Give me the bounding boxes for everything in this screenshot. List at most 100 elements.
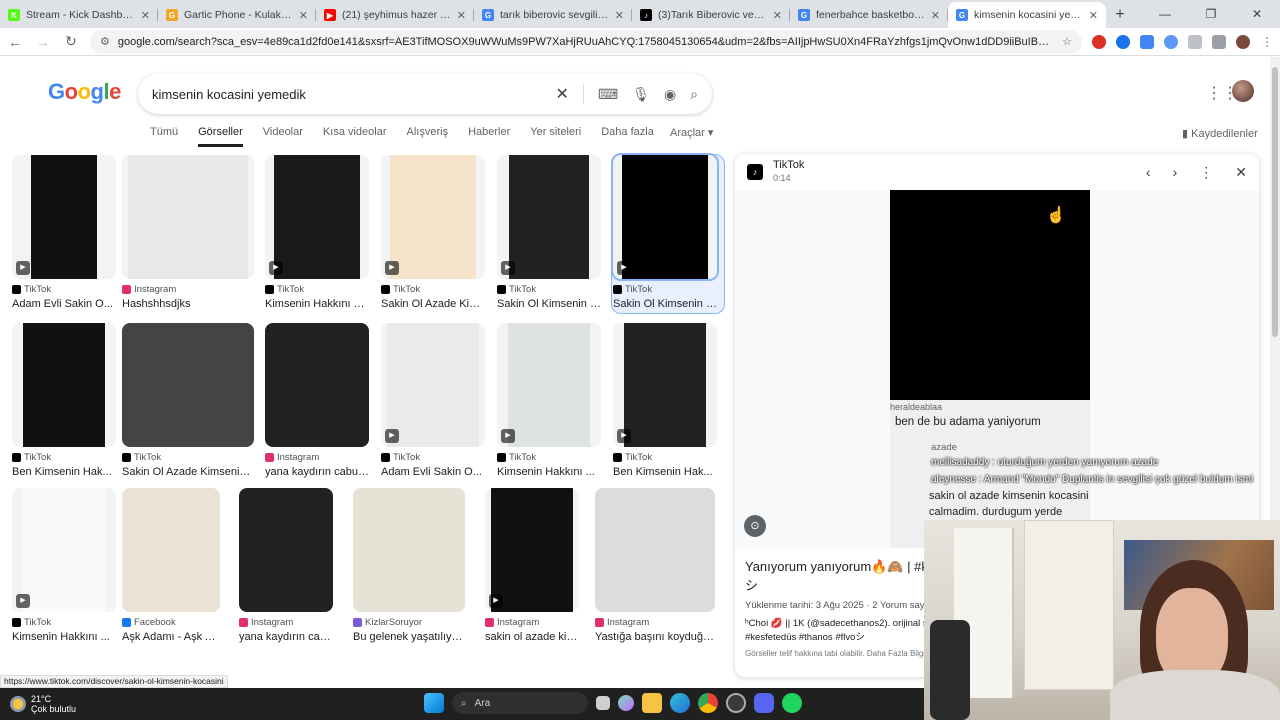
- more-options-icon[interactable]: ⋮: [1199, 164, 1213, 181]
- scrollbar-thumb[interactable]: [1272, 67, 1278, 337]
- result-title[interactable]: Bu gelenek yaşatılıyor ...: [353, 631, 465, 643]
- lens-search-icon[interactable]: ⊙: [744, 515, 766, 537]
- browser-tab[interactable]: Gkimsenin kocasini yemedik - Google ✕: [948, 2, 1106, 28]
- browser-tab[interactable]: Gtarık biberovic sevgilisi - Google ✕: [474, 2, 632, 28]
- image-result[interactable]: Instagram yana kaydırın cabukkk...: [265, 323, 369, 478]
- camera-lens-icon[interactable]: ◉: [664, 86, 676, 103]
- image-result[interactable]: ▶ TikTok Kimsenin Hakkını Ye...: [265, 155, 369, 310]
- search-box[interactable]: kimsenin kocasini yemedik ✕ ⌨ 🎙 ◉ ⌕: [138, 74, 712, 114]
- close-icon[interactable]: ✕: [1235, 164, 1247, 181]
- result-thumbnail[interactable]: [239, 488, 333, 612]
- result-thumbnail[interactable]: ▶: [613, 323, 717, 447]
- menu-dots-icon[interactable]: ⋮: [1260, 35, 1274, 49]
- browser-tab[interactable]: K Stream - Kick Dashboard ✕: [0, 2, 158, 28]
- result-thumbnail[interactable]: ▶: [381, 155, 485, 279]
- google-logo[interactable]: Google: [48, 79, 121, 105]
- image-result[interactable]: Instagram Yastığa başını koyduğund...: [595, 488, 715, 643]
- result-source[interactable]: Instagram: [134, 284, 176, 295]
- profile-avatar-icon[interactable]: [1236, 34, 1250, 49]
- image-result[interactable]: ▶ Instagram sakin ol azade kim...: [485, 488, 579, 643]
- new-tab-button[interactable]: +: [1106, 2, 1134, 28]
- image-result[interactable]: ▶ TikTok Adam Evli Sakin O...: [12, 155, 116, 310]
- forward-icon[interactable]: →: [34, 34, 52, 50]
- image-result[interactable]: Facebook Aşk Adamı - Aşk Ada...: [122, 488, 220, 643]
- result-thumbnail[interactable]: ▶: [381, 323, 485, 447]
- tab-close-icon[interactable]: ✕: [1089, 9, 1098, 22]
- keyboard-icon[interactable]: ⌨: [598, 86, 618, 103]
- clear-icon[interactable]: ✕: [556, 84, 569, 104]
- result-source[interactable]: TikTok: [24, 617, 51, 628]
- result-title[interactable]: Adam Evli Sakin O...: [381, 466, 485, 478]
- filter-tab[interactable]: Yer siteleri: [530, 126, 581, 147]
- tab-close-icon[interactable]: ✕: [931, 9, 940, 22]
- result-source[interactable]: TikTok: [277, 284, 304, 295]
- image-result[interactable]: TikTok Ben Kimsenin Hak...: [12, 323, 116, 478]
- taskbar-search[interactable]: ⌕ Ara: [452, 692, 588, 714]
- minimize-button[interactable]: —: [1142, 0, 1188, 28]
- result-thumbnail[interactable]: [265, 323, 369, 447]
- result-title[interactable]: Ben Kimsenin Hak...: [613, 466, 717, 478]
- result-title[interactable]: Sakin Ol Azade Kim...: [381, 298, 485, 310]
- search-input[interactable]: kimsenin kocasini yemedik: [152, 87, 556, 102]
- bookmark-star-icon[interactable]: ☆: [1062, 35, 1072, 48]
- image-result[interactable]: ▶ TikTok Adam Evli Sakin O...: [381, 323, 485, 478]
- tab-close-icon[interactable]: ✕: [299, 9, 308, 22]
- extension-translate-icon[interactable]: [1116, 34, 1130, 49]
- file-explorer-icon[interactable]: [642, 693, 662, 713]
- result-title[interactable]: yana kaydırın cabu...: [239, 631, 333, 643]
- image-result[interactable]: ▶ TikTok Sakin Ol Kimsenin K...: [497, 155, 601, 310]
- filter-tab[interactable]: Daha fazla: [601, 126, 654, 147]
- result-source[interactable]: KizlarSoruyor: [365, 617, 422, 628]
- windows-start-icon[interactable]: [424, 693, 444, 713]
- maximize-button[interactable]: ❐: [1188, 0, 1234, 28]
- preview-media[interactable]: heraldeablaa ben de bu adama yaniyorum a…: [735, 190, 1259, 548]
- result-title[interactable]: Sakin Ol Kimsenin K...: [497, 298, 601, 310]
- result-source[interactable]: TikTok: [134, 452, 161, 463]
- result-title[interactable]: Sakin Ol Azade Kimsenin Ko...: [122, 466, 254, 478]
- image-result[interactable]: KizlarSoruyor Bu gelenek yaşatılıyor ...: [353, 488, 465, 643]
- browser-tab[interactable]: ▶ (21) şeyhimus hazer - YouTube ✕: [316, 2, 474, 28]
- filter-tab[interactable]: Alışveriş: [407, 126, 449, 147]
- result-title[interactable]: Kimsenin Hakkını ...: [12, 631, 116, 643]
- result-source[interactable]: TikTok: [625, 452, 652, 463]
- result-thumbnail[interactable]: [595, 488, 715, 612]
- result-thumbnail[interactable]: ▶: [12, 488, 116, 612]
- result-source[interactable]: TikTok: [509, 284, 536, 295]
- image-result[interactable]: ▶ TikTok Sakin Ol Kimsenin K...: [611, 153, 719, 310]
- spotify-icon[interactable]: [782, 693, 802, 713]
- image-result[interactable]: ▶ TikTok Sakin Ol Azade Kim...: [381, 155, 485, 310]
- result-thumbnail[interactable]: ▶: [12, 155, 116, 279]
- image-result[interactable]: Instagram Hashshhsdjks: [122, 155, 254, 310]
- extension-red-icon[interactable]: [1092, 34, 1106, 49]
- image-result[interactable]: ▶ TikTok Kimsenin Hakkını ...: [497, 323, 601, 478]
- next-icon[interactable]: ›: [1173, 164, 1178, 181]
- microphone-icon[interactable]: 🎙: [632, 86, 650, 103]
- result-source[interactable]: TikTok: [625, 284, 652, 295]
- back-icon[interactable]: ←: [6, 34, 24, 50]
- search-icon[interactable]: ⌕: [690, 86, 698, 103]
- result-title[interactable]: Aşk Adamı - Aşk Ada...: [122, 631, 220, 643]
- image-result[interactable]: ▶ TikTok Kimsenin Hakkını ...: [12, 488, 116, 643]
- result-title[interactable]: Kimsenin Hakkını ...: [497, 466, 601, 478]
- close-window-button[interactable]: ✕: [1234, 0, 1280, 28]
- tab-close-icon[interactable]: ✕: [773, 9, 782, 22]
- result-thumbnail[interactable]: ▶: [265, 155, 369, 279]
- result-source[interactable]: TikTok: [393, 452, 420, 463]
- result-title[interactable]: yana kaydırın cabukkk...: [265, 466, 369, 478]
- result-title[interactable]: Adam Evli Sakin O...: [12, 298, 116, 310]
- browser-tab[interactable]: ♪ (3)Tarık Biberovic ve İpek Demir ✕: [632, 2, 790, 28]
- result-thumbnail[interactable]: ▶: [497, 155, 601, 279]
- media-icon[interactable]: [1212, 34, 1226, 49]
- browser-tab[interactable]: G Gartic Phone - Kulaktan Kulağa ✕: [158, 2, 316, 28]
- image-result[interactable]: Instagram yana kaydırın cabu...: [239, 488, 333, 643]
- tab-close-icon[interactable]: ✕: [141, 9, 150, 22]
- reload-icon[interactable]: ↻: [62, 33, 80, 50]
- filter-tab[interactable]: Kısa videolar: [323, 126, 387, 147]
- result-title[interactable]: Yastığa başını koyduğund...: [595, 631, 715, 643]
- copilot-icon[interactable]: [618, 695, 634, 711]
- site-info-icon[interactable]: ⚙: [100, 35, 110, 48]
- result-source[interactable]: Instagram: [607, 617, 649, 628]
- result-source[interactable]: TikTok: [24, 452, 51, 463]
- result-thumbnail[interactable]: [122, 488, 220, 612]
- filter-tab[interactable]: Videolar: [263, 126, 303, 147]
